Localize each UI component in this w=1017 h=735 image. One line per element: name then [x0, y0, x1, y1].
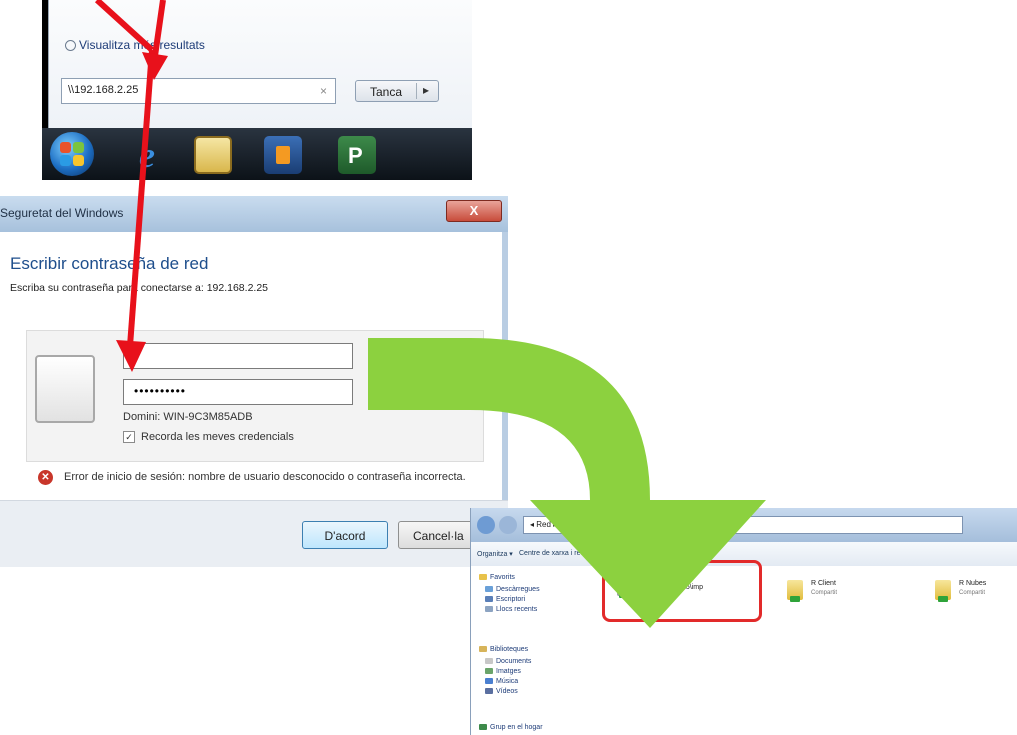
button-separator: [416, 83, 417, 99]
see-more-results-link[interactable]: Visualitza més resultats: [65, 38, 205, 52]
nav-item-music[interactable]: Música: [485, 678, 518, 685]
shared-folder-status: Compartit: [959, 590, 986, 596]
taskbar: e P: [42, 128, 472, 180]
address-bar[interactable]: ◂ Red ▸ 192.168...: [523, 516, 963, 534]
search-results-panel: Visualitza més resultats \\192.168.2.25 …: [48, 0, 472, 128]
remember-credentials-label: Recorda les meves credencials: [141, 431, 294, 443]
windows-orb-icon[interactable]: [50, 132, 94, 176]
music-icon: [485, 678, 493, 685]
forward-icon[interactable]: [499, 516, 517, 534]
desktop-icon: [485, 596, 493, 603]
search-input-value: \\192.168.2.25: [68, 84, 139, 96]
shared-folder-icon: [935, 580, 951, 602]
documents-icon: [485, 658, 493, 665]
windows-security-dialog: Seguretat del Windows X Escribir contras…: [0, 196, 508, 567]
shutdown-options-arrow-icon[interactable]: ▸: [423, 83, 429, 97]
pictures-icon: [485, 668, 493, 675]
dialog-footer: D'acord Cancel·la: [0, 500, 508, 567]
publisher-icon[interactable]: P: [338, 136, 376, 174]
organize-button[interactable]: Organitza ▾: [477, 550, 513, 558]
dialog-titlebar[interactable]: Seguretat del Windows X: [0, 196, 508, 232]
dialog-subtitle: Escriba su contraseña para conectarse a:…: [10, 282, 268, 294]
search-icon: [65, 40, 76, 52]
explorer-titlebar: ◂ Red ▸ 192.168...: [471, 508, 1017, 542]
nav-item-pictures[interactable]: Imatges: [485, 668, 521, 675]
start-menu-search-panel: Visualitza més resultats \\192.168.2.25 …: [42, 0, 472, 180]
shared-folder-icon: [787, 580, 803, 602]
nav-item-favorites[interactable]: Favorits: [479, 574, 515, 581]
file-explorer-icon[interactable]: [194, 136, 232, 174]
password-field[interactable]: ••••••••••: [123, 379, 353, 405]
remember-credentials-checkbox[interactable]: ✓ Recorda les meves credencials: [123, 431, 294, 444]
checkbox-check-icon[interactable]: ✓: [123, 431, 135, 444]
recent-places-icon: [485, 606, 493, 613]
shared-folder-status: Compartit: [811, 590, 838, 596]
user-avatar-icon: [35, 355, 95, 423]
printer-highlight-box: [602, 560, 762, 622]
network-center-button[interactable]: Centre de xarxa i recursos compartits: [519, 550, 635, 557]
domain-label: Domini: WIN-9C3M85ADB: [123, 411, 253, 423]
media-player-icon[interactable]: [264, 136, 302, 174]
libraries-icon: [479, 646, 487, 653]
favorites-icon: [479, 574, 487, 581]
nav-item-documents[interactable]: Documents: [485, 658, 531, 665]
error-icon: ✕: [38, 470, 53, 485]
credentials-area: •••••••••• Domini: WIN-9C3M85ADB ✓ Record…: [26, 330, 484, 462]
see-more-results-label: Visualitza més resultats: [79, 38, 205, 52]
dialog-heading: Escribir contraseña de red: [10, 254, 209, 273]
internet-explorer-icon[interactable]: e: [128, 136, 166, 174]
downloads-icon: [485, 586, 493, 593]
nav-item-downloads[interactable]: Descàrregues: [485, 586, 540, 593]
back-icon[interactable]: [477, 516, 495, 534]
shutdown-button-label: Tanca: [370, 85, 403, 99]
homegroup-icon: [479, 724, 487, 731]
shared-folder-name: R Client: [811, 580, 836, 587]
videos-icon: [485, 688, 493, 695]
error-text: Error de inicio de sesión: nombre de usu…: [64, 471, 466, 483]
close-icon[interactable]: X: [446, 200, 502, 222]
shutdown-button[interactable]: Tanca ▸: [355, 80, 439, 102]
shared-folder-name: R Nubes: [959, 580, 987, 587]
nav-item-libraries[interactable]: Biblioteques: [479, 646, 528, 653]
nav-item-recent[interactable]: Llocs recents: [485, 606, 537, 613]
dialog-title: Seguretat del Windows: [0, 206, 124, 220]
clear-search-icon[interactable]: ×: [320, 84, 327, 98]
dialog-body: Escribir contraseña de red Escriba su co…: [0, 232, 508, 500]
nav-item-desktop[interactable]: Escriptori: [485, 596, 525, 603]
navigation-pane: Favorits Descàrregues Escriptori Llocs r…: [471, 566, 602, 735]
ok-button[interactable]: D'acord: [302, 521, 388, 549]
nav-item-homegroup[interactable]: Grup en el hogar: [479, 724, 543, 731]
username-field[interactable]: [123, 343, 353, 369]
nav-item-videos[interactable]: Vídeos: [485, 688, 518, 695]
start-search-input[interactable]: \\192.168.2.25 ×: [61, 78, 336, 104]
